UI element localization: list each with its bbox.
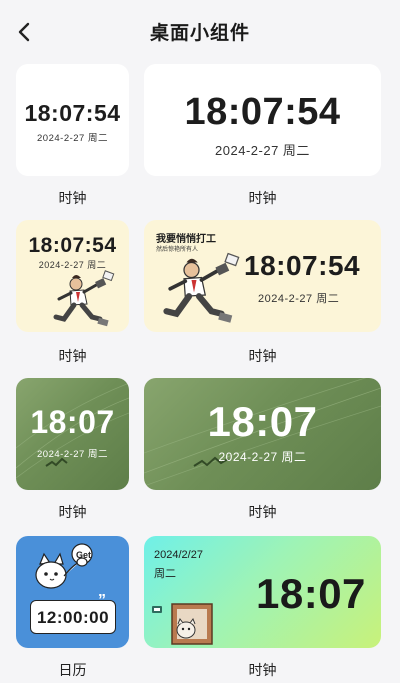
widget-label: 时钟 — [248, 504, 277, 520]
widget-clock-large-gradient[interactable]: 2024/2/27 周二 18:07 — [144, 536, 381, 648]
widget-calendar-cat[interactable]: Get ” 12:00:00 — [16, 536, 129, 648]
widget-clock-large-green[interactable]: 18:07 2024-2-27 周二 — [144, 378, 381, 490]
banner-title: 我要悄悄打工 — [156, 234, 216, 245]
widget-clock-small-worker[interactable]: 18:07:54 2024-2-27 周二 — [16, 220, 129, 332]
page-title: 桌面小组件 — [149, 23, 250, 44]
widget-label: 时钟 — [58, 504, 87, 520]
widget-clock-large-worker[interactable]: 我要悄悄打工 然后惊艳所有人 18:07:54 2024-2-27 周二 — [144, 220, 381, 332]
clock-time: 18:07 — [207, 398, 318, 445]
clock-date: 2024-2-27 周二 — [37, 449, 108, 460]
clock-date: 2024-2-27 周二 — [218, 450, 307, 464]
clock-time: 18:07:54 — [28, 234, 117, 257]
clock-time: 18:07:54 — [184, 91, 341, 133]
running-worker-illustration-icon — [53, 270, 115, 327]
widget-clock-small-green[interactable]: 18:07 2024-2-27 周二 — [16, 378, 129, 490]
clock-weekday: 周二 — [154, 568, 176, 580]
widget-clock-small-white[interactable]: 18:07:54 2024-2-27 周二 — [16, 64, 129, 176]
widget-label: 时钟 — [58, 348, 87, 364]
widget-label: 时钟 — [248, 662, 277, 678]
clock-time: 12:00:00 — [36, 608, 110, 627]
widget-clock-large-white[interactable]: 18:07:54 2024-2-27 周二 — [144, 64, 381, 176]
running-worker-illustration-icon — [163, 252, 240, 323]
widget-label: 日历 — [58, 662, 87, 678]
clock-date: 2024-2-27 周二 — [37, 133, 108, 144]
widget-label: 时钟 — [248, 190, 277, 206]
clock-date: 2024-2-27 周二 — [215, 143, 310, 158]
widget-label: 时钟 — [58, 190, 87, 206]
clock-date: 2024/2/27 — [154, 549, 203, 561]
clock-time: 18:07:54 — [24, 100, 121, 126]
clock-time: 18:07 — [256, 570, 366, 617]
widget-label: 时钟 — [248, 348, 277, 364]
header: 桌面小组件 — [0, 0, 400, 64]
clock-date: 2024-2-27 周二 — [258, 293, 340, 305]
clock-time: 18:07:54 — [244, 250, 361, 281]
cat-in-window-illustration-icon — [152, 603, 213, 645]
clock-time: 18:07 — [30, 404, 115, 440]
